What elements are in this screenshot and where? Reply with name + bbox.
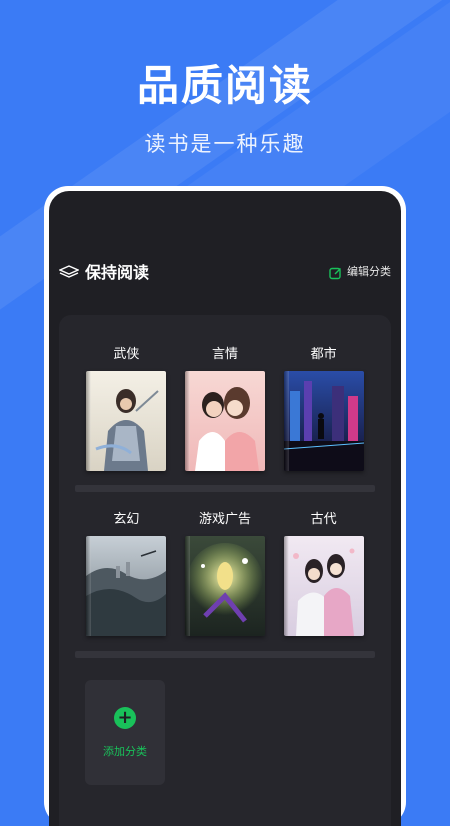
section-title: 保持阅读 [85, 263, 150, 282]
category-item-romance[interactable]: 言情 [184, 343, 266, 471]
category-item-game-ads[interactable]: 游戏广告 [184, 508, 266, 636]
category-item-wuxia[interactable]: 武侠 [85, 343, 167, 471]
add-category-label: 添加分类 [103, 744, 147, 758]
category-item-city[interactable]: 都市 [283, 343, 365, 471]
category-item-fantasy[interactable]: 玄幻 [85, 508, 167, 636]
ancient-couple-cover[interactable] [283, 536, 364, 636]
category-label: 言情 [211, 347, 238, 362]
category-label: 玄幻 [113, 512, 140, 527]
add-category-button[interactable]: + 添加分类 [85, 680, 165, 785]
book-stack-icon [58, 264, 80, 278]
category-label: 游戏广告 [198, 512, 251, 527]
header-title-group: 保持阅读 [58, 259, 150, 283]
city-night-cover[interactable] [283, 371, 364, 471]
phone-frame: 保持阅读 编辑分类 武侠 言情 都市 玄幻 游戏广告 古代 + 添加分类 [44, 186, 406, 826]
category-shelf: 武侠 言情 都市 玄幻 游戏广告 古代 + 添加分类 [59, 315, 391, 826]
edit-category-label: 编辑分类 [347, 265, 391, 278]
category-row: 武侠 言情 都市 [59, 343, 391, 471]
romance-couple-cover[interactable] [184, 371, 265, 471]
category-label: 武侠 [113, 347, 140, 362]
category-row: 玄幻 游戏广告 古代 [59, 508, 391, 636]
shelf-divider [75, 485, 375, 492]
wuxia-hero-cover[interactable] [86, 371, 167, 471]
category-item-ancient[interactable]: 古代 [283, 508, 365, 636]
game-magic-cover[interactable] [184, 536, 265, 636]
phone-screen: 保持阅读 编辑分类 武侠 言情 都市 玄幻 游戏广告 古代 + 添加分类 [49, 191, 401, 826]
edit-category-button[interactable]: 编辑分类 [329, 263, 391, 279]
hero-subtitle: 读书是一种乐趣 [144, 132, 306, 156]
hero-title: 品质阅读 [136, 61, 313, 110]
edit-icon [329, 265, 342, 279]
fantasy-castle-cover[interactable] [86, 536, 167, 636]
plus-icon: + [114, 706, 136, 729]
category-label: 古代 [310, 512, 337, 527]
shelf-divider [75, 651, 375, 658]
category-label: 都市 [310, 347, 337, 362]
bookshelf-header: 保持阅读 编辑分类 [58, 259, 391, 283]
